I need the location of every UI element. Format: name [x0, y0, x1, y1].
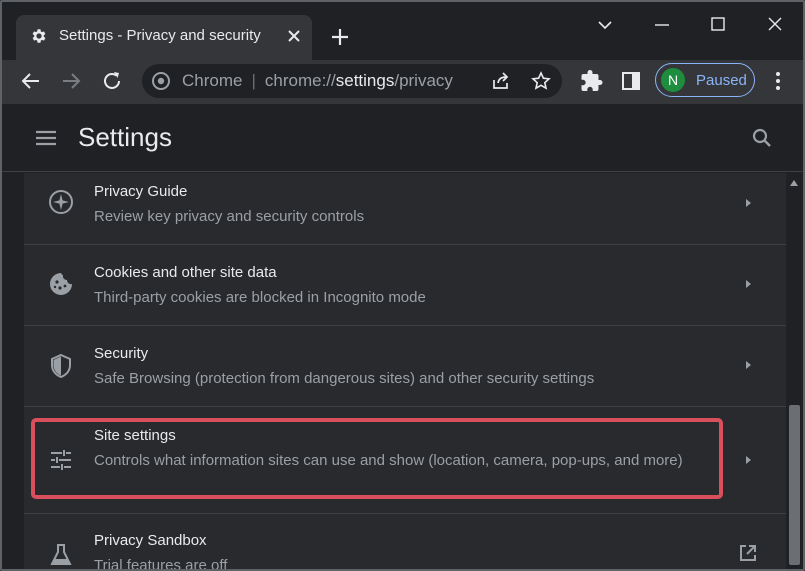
side-panel-icon[interactable] [619, 69, 643, 93]
profile-status: Paused [696, 72, 747, 89]
highlight-box [31, 418, 723, 499]
settings-content: Privacy Guide Review key privacy and sec… [2, 173, 803, 571]
scroll-thumb[interactable] [789, 405, 800, 565]
list-item-security[interactable]: Security Safe Browsing (protection from … [24, 326, 786, 407]
open-in-new-icon[interactable] [738, 543, 758, 563]
share-icon[interactable] [491, 71, 511, 91]
close-icon[interactable] [284, 26, 304, 46]
compass-icon [49, 190, 73, 214]
reload-icon[interactable] [100, 69, 124, 93]
gear-icon [32, 29, 46, 43]
privacy-section-card: Privacy Guide Review key privacy and sec… [24, 173, 786, 571]
browser-window: Settings - Privacy and security Chrome |… [0, 0, 805, 571]
shield-icon [51, 353, 71, 379]
list-item-privacy-sandbox[interactable]: Privacy Sandbox Trial features are off [24, 514, 786, 571]
back-icon[interactable] [19, 69, 43, 93]
address-bar[interactable]: Chrome | chrome://settings/privacy [142, 64, 562, 98]
row-title: Privacy Guide [94, 183, 188, 200]
cookie-icon [50, 273, 72, 295]
url-path: /privacy [394, 71, 453, 90]
omnibox-host-label: Chrome [182, 71, 243, 90]
scroll-up-arrow-icon[interactable] [790, 180, 798, 186]
more-vertical-icon[interactable] [766, 69, 790, 93]
url-text[interactable]: Chrome | chrome://settings/privacy [182, 71, 453, 91]
flask-icon [50, 544, 72, 565]
profile-button[interactable]: N Paused [655, 63, 755, 97]
row-subtitle: Trial features are off [94, 557, 228, 571]
search-icon[interactable] [750, 126, 774, 150]
bookmark-star-icon[interactable] [531, 71, 551, 91]
window-close-icon[interactable] [762, 12, 788, 38]
chevron-right-icon [746, 199, 751, 207]
row-title: Privacy Sandbox [94, 532, 207, 549]
tab-search-icon[interactable] [592, 12, 618, 38]
minimize-icon[interactable] [649, 12, 675, 38]
forward-icon[interactable] [59, 69, 83, 93]
row-subtitle: Third-party cookies are blocked in Incog… [94, 289, 426, 306]
row-title: Security [94, 345, 149, 362]
list-item-privacy-guide[interactable]: Privacy Guide Review key privacy and sec… [24, 173, 786, 245]
extensions-puzzle-icon[interactable] [580, 69, 604, 93]
new-tab-icon[interactable] [329, 26, 351, 48]
list-item-cookies[interactable]: Cookies and other site data Third-party … [24, 245, 786, 326]
tab-settings[interactable]: Settings - Privacy and security [16, 15, 312, 60]
avatar: N [661, 68, 685, 92]
maximize-icon[interactable] [705, 12, 731, 38]
url-scheme: chrome:// [264, 71, 336, 90]
tab-strip: Settings - Privacy and security [2, 2, 803, 60]
chevron-right-icon [746, 280, 751, 288]
toolbar: Chrome | chrome://settings/privacy N Pause… [2, 60, 803, 104]
tab-title: Settings - Privacy and security [59, 27, 261, 44]
menu-icon[interactable] [34, 126, 58, 150]
row-title: Cookies and other site data [94, 264, 277, 281]
chevron-right-icon [746, 456, 751, 464]
chrome-logo-icon [152, 72, 170, 90]
url-host: settings [335, 71, 395, 90]
row-subtitle: Safe Browsing (protection from dangerous… [94, 370, 595, 387]
chevron-right-icon [746, 361, 751, 369]
page-title: Settings [78, 122, 172, 152]
row-subtitle: Review key privacy and security controls [94, 208, 365, 225]
settings-header: Settings [2, 104, 803, 172]
scrollbar[interactable] [786, 173, 803, 569]
